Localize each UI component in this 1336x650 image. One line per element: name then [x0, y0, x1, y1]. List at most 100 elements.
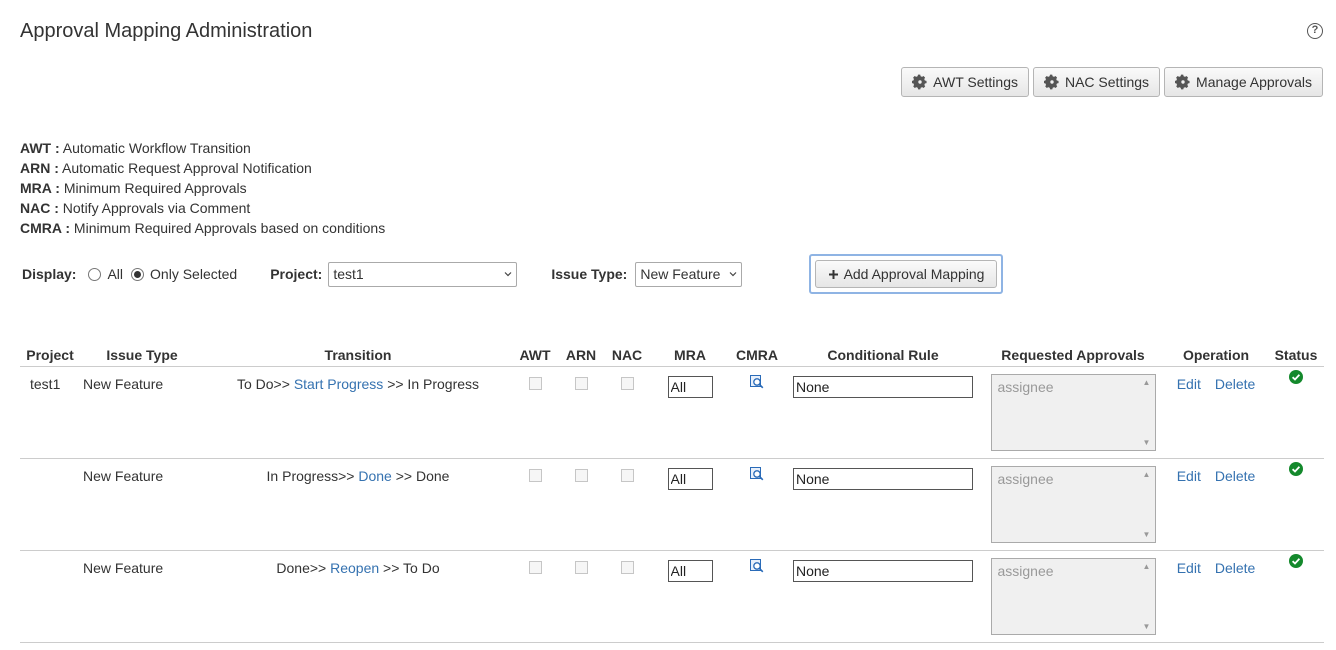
arn-checkbox[interactable]	[574, 376, 588, 390]
edit-link[interactable]: Edit	[1177, 560, 1201, 576]
check-circle-icon	[1289, 553, 1303, 568]
magnifier-icon[interactable]	[750, 374, 764, 389]
display-all-radio[interactable]	[88, 267, 102, 281]
header-cmra[interactable]: CMRA	[730, 344, 784, 367]
issue-type-select[interactable]: New Feature	[635, 261, 743, 287]
conditional-rule-input[interactable]	[793, 467, 973, 490]
status-cell	[1268, 366, 1324, 459]
nac-checkbox[interactable]	[620, 468, 634, 482]
scrollbar[interactable]: ▲ ▼	[1141, 469, 1153, 540]
help-icon[interactable]: ?	[1307, 23, 1323, 39]
delete-link[interactable]: Delete	[1215, 376, 1255, 392]
header-project[interactable]: Project	[20, 344, 80, 367]
header-mra[interactable]: MRA	[650, 344, 730, 367]
nac-cell	[604, 366, 650, 459]
arn-checkbox[interactable]	[574, 560, 588, 574]
project-select[interactable]: test1	[328, 261, 518, 287]
table-row: test1 New Feature To Do>> Start Progress…	[20, 366, 1324, 459]
nac-cell	[604, 550, 650, 643]
gear-icon	[912, 74, 927, 90]
nac-settings-button[interactable]: NAC Settings	[1032, 67, 1161, 97]
cmra-cell	[730, 458, 784, 551]
header-transition[interactable]: Transition	[204, 344, 512, 367]
nac-checkbox[interactable]	[620, 376, 634, 390]
delete-link[interactable]: Delete	[1215, 560, 1255, 576]
transition-from: Done>>	[276, 559, 327, 576]
header-status[interactable]: Status	[1268, 344, 1324, 367]
add-approval-mapping-button[interactable]: Add Approval Mapping	[815, 260, 997, 288]
legend-text: Notify Approvals via Comment	[62, 200, 251, 216]
table-row: New Feature Done>> Reopen >> To Do assig…	[20, 550, 1324, 643]
operation-cell: Edit Delete	[1164, 458, 1268, 551]
display-all-label: All	[107, 266, 124, 282]
issue-type-select-value: New Feature	[640, 266, 721, 282]
manage-approvals-button[interactable]: Manage Approvals	[1164, 67, 1323, 97]
approvals-value: assignee	[997, 378, 1054, 395]
mra-input[interactable]	[667, 467, 713, 490]
project-cell	[20, 458, 80, 551]
issue-type-cell: New Feature	[80, 366, 204, 459]
check-circle-icon	[1289, 461, 1303, 476]
delete-link[interactable]: Delete	[1215, 468, 1255, 484]
awt-settings-button[interactable]: AWT Settings	[901, 67, 1029, 97]
header-awt[interactable]: AWT	[512, 344, 558, 367]
nac-checkbox[interactable]	[620, 560, 634, 574]
header-issue-type[interactable]: Issue Type	[80, 344, 204, 367]
approval-mapping-table: Project Issue Type Transition AWT ARN NA…	[20, 344, 1324, 643]
approvals-value: assignee	[997, 470, 1054, 487]
legend-abbr: CMRA :	[20, 220, 71, 236]
awt-checkbox[interactable]	[528, 468, 542, 482]
legend-item-awt: AWT : Automatic Workflow Transition	[20, 138, 385, 158]
header-requested-approvals[interactable]: Requested Approvals	[982, 344, 1164, 367]
awt-checkbox[interactable]	[528, 560, 542, 574]
nac-settings-label: NAC Settings	[1064, 74, 1150, 90]
arn-cell	[558, 458, 604, 551]
display-selected-radio[interactable]	[131, 267, 145, 281]
requested-approvals-box[interactable]: assignee ▲ ▼	[990, 465, 1156, 543]
cmra-cell	[730, 366, 784, 459]
requested-approvals-cell: assignee ▲ ▼	[982, 550, 1164, 643]
scrollbar[interactable]: ▲ ▼	[1141, 561, 1153, 632]
legend-text: Automatic Workflow Transition	[62, 140, 251, 156]
header-arn[interactable]: ARN	[558, 344, 604, 367]
awt-cell	[512, 366, 558, 459]
issue-type-cell: New Feature	[80, 458, 204, 551]
top-toolbar: AWT Settings NAC Settings Manage Approva…	[901, 67, 1323, 97]
status-cell	[1268, 550, 1324, 643]
awt-checkbox[interactable]	[528, 376, 542, 390]
transition-link[interactable]: Reopen	[330, 560, 379, 576]
edit-link[interactable]: Edit	[1177, 376, 1201, 392]
header-operation[interactable]: Operation	[1164, 344, 1268, 367]
page-title: Approval Mapping Administration	[20, 20, 313, 42]
add-approval-mapping-label: Add Approval Mapping	[843, 266, 985, 282]
edit-link[interactable]: Edit	[1177, 468, 1201, 484]
project-label: Project:	[270, 266, 323, 282]
awt-cell	[512, 458, 558, 551]
header-conditional-rule[interactable]: Conditional Rule	[784, 344, 982, 367]
conditional-rule-input[interactable]	[793, 559, 973, 582]
abbreviation-legend: AWT : Automatic Workflow Transition ARN …	[20, 138, 385, 238]
transition-link[interactable]: Start Progress	[294, 376, 383, 392]
requested-approvals-box[interactable]: assignee ▲ ▼	[990, 557, 1156, 635]
operation-cell: Edit Delete	[1164, 550, 1268, 643]
mra-cell	[650, 550, 730, 643]
legend-item-arn: ARN : Automatic Request Approval Notific…	[20, 158, 385, 178]
transition-cell: To Do>> Start Progress >> In Progress	[204, 366, 512, 459]
transition-link[interactable]: Done	[358, 468, 391, 484]
mra-input[interactable]	[667, 375, 713, 398]
mra-cell	[650, 366, 730, 459]
manage-approvals-label: Manage Approvals	[1196, 74, 1312, 90]
requested-approvals-box[interactable]: assignee ▲ ▼	[990, 373, 1156, 451]
magnifier-icon[interactable]	[750, 466, 764, 481]
arn-checkbox[interactable]	[574, 468, 588, 482]
nac-cell	[604, 458, 650, 551]
conditional-rule-cell	[784, 458, 982, 551]
operation-cell: Edit Delete	[1164, 366, 1268, 459]
mra-input[interactable]	[667, 559, 713, 582]
legend-item-nac: NAC : Notify Approvals via Comment	[20, 198, 385, 218]
conditional-rule-input[interactable]	[793, 375, 973, 398]
magnifier-icon[interactable]	[750, 558, 764, 573]
project-cell	[20, 550, 80, 643]
scrollbar[interactable]: ▲ ▼	[1141, 377, 1153, 448]
header-nac[interactable]: NAC	[604, 344, 650, 367]
